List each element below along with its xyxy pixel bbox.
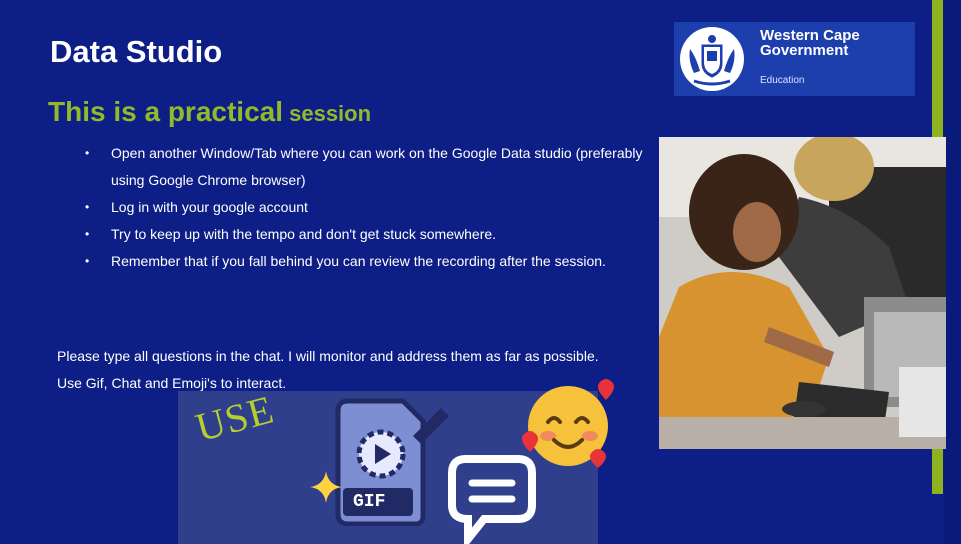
bullet-item: Open another Window/Tab where you can wo… bbox=[85, 140, 660, 194]
subtitle-tail: session bbox=[283, 101, 372, 126]
crest-icon bbox=[680, 27, 744, 91]
slide-subtitle: This is a practical session bbox=[48, 96, 371, 128]
slide-title: Data Studio bbox=[50, 34, 223, 69]
bullet-item: Try to keep up with the tempo and don't … bbox=[85, 221, 660, 248]
gif-label: GIF bbox=[353, 492, 386, 512]
sparkle-icon bbox=[310, 471, 342, 503]
government-logo: Western Cape Government Education bbox=[674, 22, 915, 96]
logo-line-2: Government bbox=[760, 42, 849, 59]
logo-line-3: Education bbox=[760, 75, 805, 86]
smiling-face-with-hearts-icon bbox=[522, 379, 614, 468]
subtitle-main: This is a practical bbox=[48, 96, 283, 127]
right-edge-bar bbox=[944, 0, 961, 544]
bullet-list: Open another Window/Tab where you can wo… bbox=[85, 140, 660, 275]
bullet-item: Log in with your google account bbox=[85, 194, 660, 221]
slide: Data Studio This is a practical session … bbox=[0, 0, 961, 544]
bullet-item: Remember that if you fall behind you can… bbox=[85, 248, 660, 275]
students-photo bbox=[659, 137, 946, 449]
